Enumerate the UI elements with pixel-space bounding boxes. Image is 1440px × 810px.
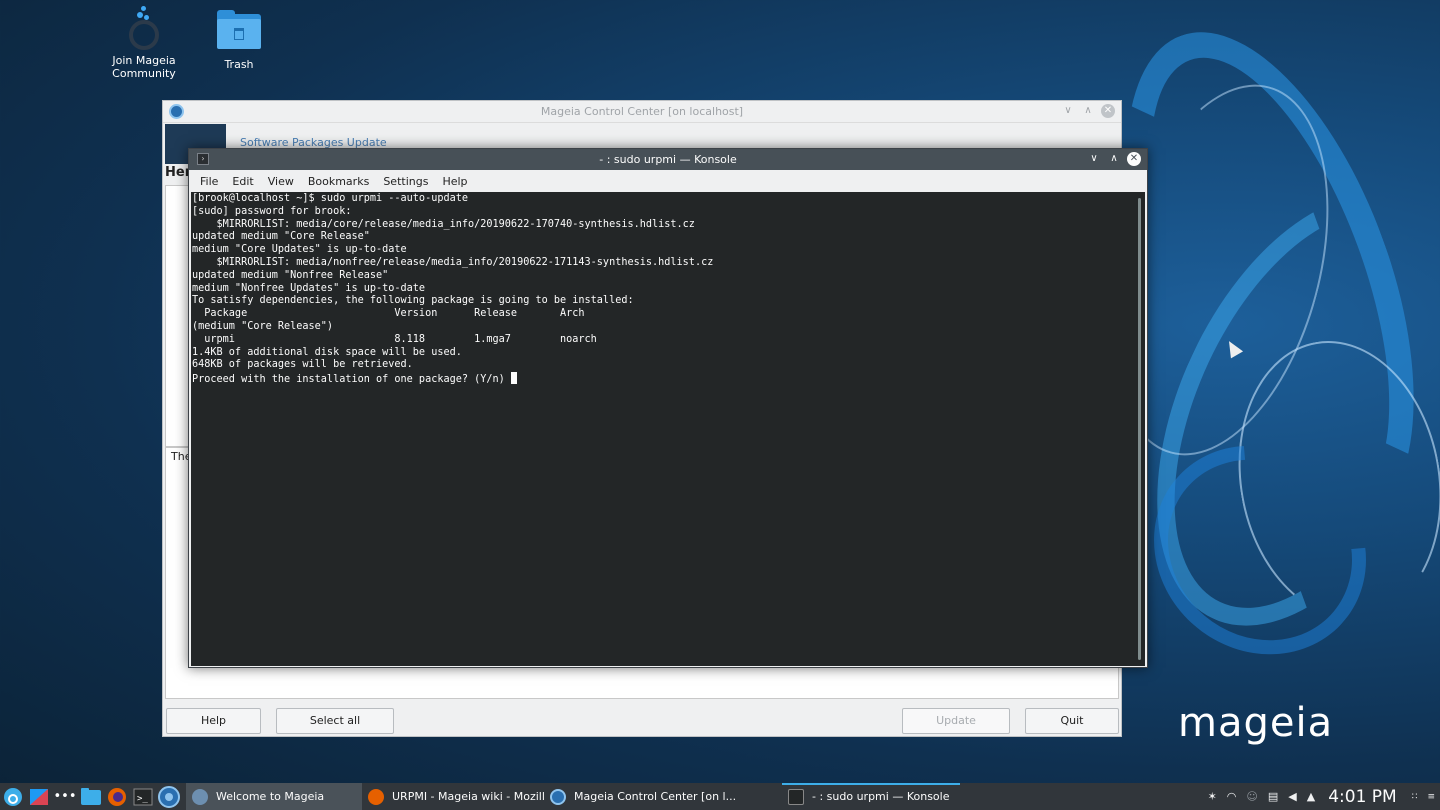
control-center-launcher-icon[interactable] — [158, 785, 180, 808]
menu-view[interactable]: View — [261, 175, 301, 188]
help-button[interactable]: Help — [166, 708, 261, 734]
task-firefox[interactable]: URPMI - Mageia wiki - Mozilla... — [362, 783, 544, 810]
menu-edit[interactable]: Edit — [225, 175, 260, 188]
terminal-line: To satisfy dependencies, the following p… — [192, 295, 634, 307]
window-title: Mageia Control Center [on localhost] — [540, 105, 744, 118]
terminal-line: medium "Core Updates" is up-to-date — [192, 244, 407, 256]
close-icon[interactable]: ✕ — [1127, 152, 1141, 166]
terminal-line: urpmi 8.118 1.mga7 noarch — [192, 333, 597, 345]
terminal-line: updated medium "Nonfree Release" — [192, 269, 389, 281]
minimize-icon[interactable]: ∨ — [1061, 104, 1075, 118]
task-label: - : sudo urpmi — Konsole — [812, 790, 950, 803]
terminal-line: $MIRRORLIST: media/nonfree/release/media… — [192, 256, 714, 268]
volume-icon[interactable]: ◀ — [1288, 790, 1296, 803]
desktop-icon-label: Community — [112, 67, 176, 80]
svg-text:>_: >_ — [137, 794, 148, 804]
terminal-prompt-line: Proceed with the installation of one pac… — [192, 374, 511, 386]
window-title: - : sudo urpmi — Konsole — [599, 153, 737, 166]
terminal-line: 1.4KB of additional disk space will be u… — [192, 346, 462, 358]
pager-icon[interactable] — [28, 786, 50, 808]
menu-help[interactable]: Help — [435, 175, 474, 188]
panel-settings-icon[interactable]: ≡ — [1427, 792, 1435, 802]
wifi-icon[interactable]: ◠ — [1227, 790, 1237, 803]
desktop-icon-trash[interactable]: Trash — [199, 10, 279, 71]
terminal-line: (medium "Core Release") — [192, 320, 334, 332]
desktop-icon-join-mageia[interactable]: Join Mageia Community — [104, 6, 184, 80]
konsole-launcher-icon[interactable]: >_ — [132, 786, 154, 808]
user-icon[interactable]: ☺ — [1246, 790, 1257, 803]
terminal-line: medium "Nonfree Updates" is up-to-date — [192, 282, 426, 294]
terminal-line: [brook@localhost ~]$ sudo urpmi --auto-u… — [192, 193, 469, 204]
task-konsole[interactable]: - : sudo urpmi — Konsole — [782, 783, 960, 810]
control-center-icon — [550, 788, 566, 805]
task-welcome-to-mageia[interactable]: Welcome to Mageia — [186, 783, 362, 810]
desktop-icon-label: Join Mageia — [112, 54, 176, 67]
terminal-line: Package Version Release Arch — [192, 308, 585, 320]
window-titlebar[interactable]: Mageia Control Center [on localhost] ∨ ∧… — [163, 101, 1121, 123]
task-mageia-control-center[interactable]: Mageia Control Center [on l... — [544, 783, 782, 810]
menu-settings[interactable]: Settings — [376, 175, 435, 188]
terminal-line: $MIRRORLIST: media/core/release/media_in… — [192, 218, 695, 230]
trash-folder-icon — [217, 10, 261, 54]
more-icon[interactable]: ••• — [54, 786, 77, 808]
text-cursor — [510, 372, 517, 385]
terminal-line: updated medium "Core Release" — [192, 231, 370, 243]
menu-bar: File Edit View Bookmarks Settings Help — [189, 170, 1147, 192]
wallpaper-swirl — [1111, 402, 1409, 698]
menu-bookmarks[interactable]: Bookmarks — [301, 175, 376, 188]
clipboard-icon[interactable]: ▤ — [1268, 790, 1278, 803]
mageia-welcome-icon — [192, 788, 208, 805]
wallpaper-swirl — [1217, 324, 1440, 636]
task-label: Mageia Control Center [on l... — [574, 790, 737, 803]
maximize-icon[interactable]: ∧ — [1081, 104, 1095, 118]
expand-tray-icon[interactable]: ▲ — [1307, 790, 1315, 803]
window-titlebar[interactable]: › - : sudo urpmi — Konsole ∨ ∧ ✕ — [189, 149, 1147, 170]
terminal-scrollbar[interactable] — [1138, 198, 1141, 660]
mouse-pointer-icon — [1222, 337, 1244, 359]
firefox-icon[interactable] — [106, 786, 128, 808]
firefox-icon — [368, 788, 384, 805]
terminal-line: 648KB of packages will be retrieved. — [192, 359, 413, 371]
terminal-output[interactable]: [brook@localhost ~]$ sudo urpmi --auto-u… — [191, 192, 1145, 666]
clock[interactable]: 4:01 PM — [1328, 787, 1397, 807]
task-label: Welcome to Mageia — [216, 790, 325, 803]
show-desktop-icon[interactable]: ∷ — [1412, 792, 1418, 802]
application-launcher-icon[interactable] — [2, 786, 24, 808]
maximize-icon[interactable]: ∧ — [1107, 152, 1121, 166]
task-label: URPMI - Mageia wiki - Mozilla... — [392, 790, 544, 803]
konsole-window: › - : sudo urpmi — Konsole ∨ ∧ ✕ File Ed… — [188, 148, 1148, 668]
mageia-wordmark: mageia — [1178, 700, 1334, 746]
select-all-button[interactable]: Select all — [276, 708, 394, 734]
file-manager-icon[interactable] — [80, 786, 102, 808]
close-icon[interactable]: ✕ — [1101, 104, 1115, 118]
mageia-icon — [122, 6, 166, 50]
terminal-icon — [788, 788, 804, 805]
system-tray: ✶ ◠ ☺ ▤ ◀ ▲ 4:01 PM ∷ ≡ — [1203, 783, 1440, 810]
update-button[interactable]: Update — [902, 708, 1010, 734]
terminal-line: [sudo] password for brook: — [192, 205, 352, 217]
bluetooth-icon[interactable]: ✶ — [1208, 790, 1217, 803]
desktop-icon-label: Trash — [224, 58, 254, 71]
minimize-icon[interactable]: ∨ — [1087, 152, 1101, 166]
taskbar: ••• >_ Welcome to Mageia URPMI - Mageia … — [0, 783, 1440, 810]
quit-button[interactable]: Quit — [1025, 708, 1119, 734]
menu-file[interactable]: File — [193, 175, 225, 188]
